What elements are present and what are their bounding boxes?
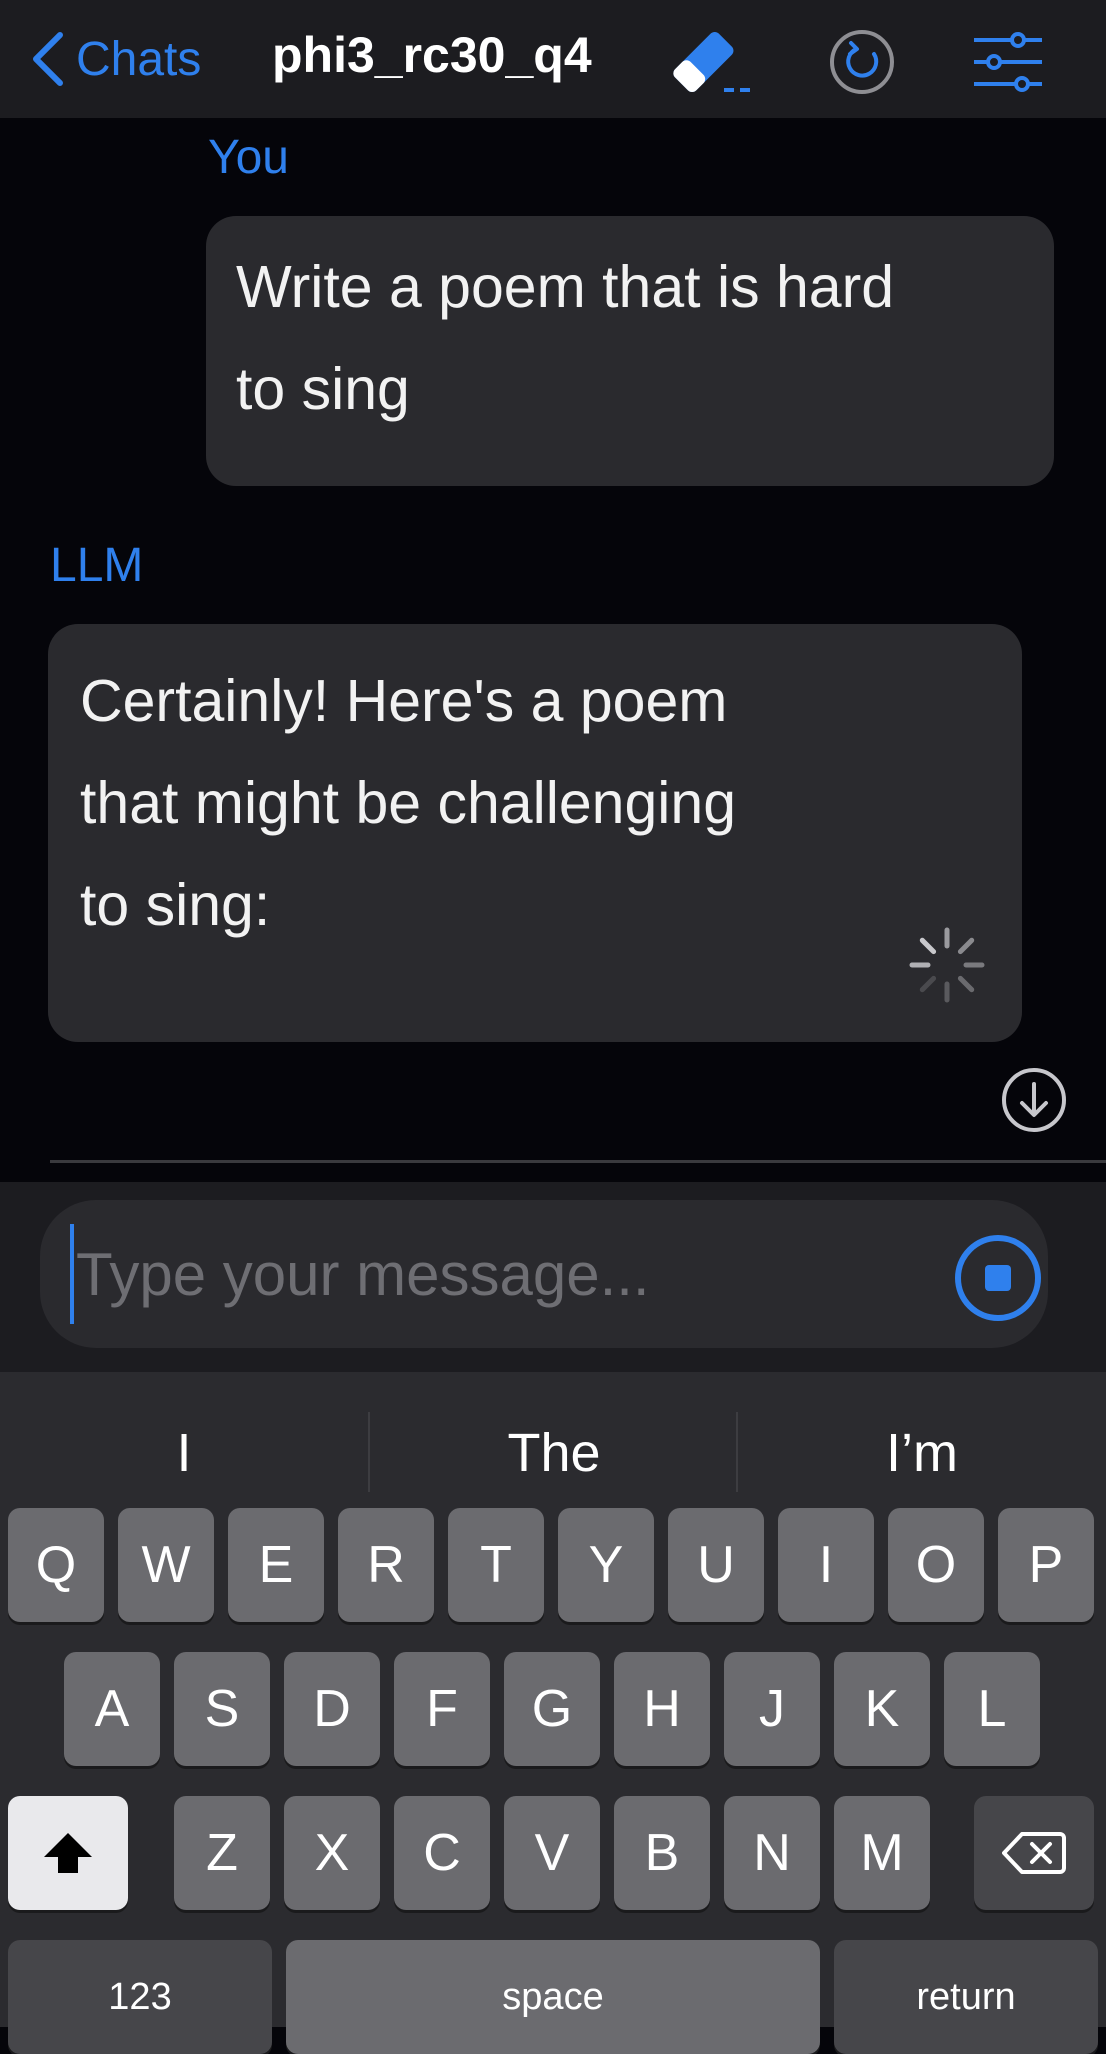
key-d[interactable]: D: [284, 1652, 380, 1766]
shift-key[interactable]: [8, 1796, 128, 1910]
key-c[interactable]: C: [394, 1796, 490, 1910]
key-q[interactable]: Q: [8, 1508, 104, 1622]
user-message-text: Write a poem that is hard to sing: [236, 254, 895, 422]
key-a[interactable]: A: [64, 1652, 160, 1766]
navigation-bar: Chats phi3_rc30_q4: [0, 0, 1106, 118]
loading-spinner-icon: [909, 927, 985, 1003]
stop-generation-button[interactable]: [952, 1232, 1044, 1324]
back-button-label: Chats: [76, 32, 202, 86]
message-input-container[interactable]: [40, 1200, 1048, 1348]
eraser-icon[interactable]: [662, 26, 756, 96]
key-w[interactable]: W: [118, 1508, 214, 1622]
return-key[interactable]: return: [834, 1940, 1098, 2054]
key-g[interactable]: G: [504, 1652, 600, 1766]
key-t[interactable]: T: [448, 1508, 544, 1622]
restart-icon[interactable]: [826, 26, 898, 98]
key-y[interactable]: Y: [558, 1508, 654, 1622]
suggestion-3[interactable]: I’m: [738, 1422, 1106, 1484]
key-o[interactable]: O: [888, 1508, 984, 1622]
key-l[interactable]: L: [944, 1652, 1040, 1766]
key-s[interactable]: S: [174, 1652, 270, 1766]
key-m[interactable]: M: [834, 1796, 930, 1910]
space-key[interactable]: space: [286, 1940, 820, 2054]
chevron-left-icon: [33, 32, 63, 86]
on-screen-keyboard: I The I’m Q W E R T Y U I O P A S D F G …: [0, 1372, 1106, 2054]
chat-title: phi3_rc30_q4: [272, 27, 592, 83]
key-r[interactable]: R: [338, 1508, 434, 1622]
key-h[interactable]: H: [614, 1652, 710, 1766]
assistant-message-bubble: Certainly! Here's a poem that might be c…: [48, 624, 1022, 1042]
key-j[interactable]: J: [724, 1652, 820, 1766]
key-e[interactable]: E: [228, 1508, 324, 1622]
key-v[interactable]: V: [504, 1796, 600, 1910]
assistant-message-text: Certainly! Here's a poem that might be c…: [80, 668, 737, 938]
key-f[interactable]: F: [394, 1652, 490, 1766]
key-x[interactable]: X: [284, 1796, 380, 1910]
user-message-bubble: Write a poem that is hard to sing: [206, 216, 1054, 486]
backspace-icon: [1002, 1832, 1066, 1874]
message-input[interactable]: [74, 1224, 934, 1324]
delete-key[interactable]: [974, 1796, 1094, 1910]
sender-label-you: You: [208, 131, 289, 184]
key-p[interactable]: P: [998, 1508, 1094, 1622]
key-b[interactable]: B: [614, 1796, 710, 1910]
key-i[interactable]: I: [778, 1508, 874, 1622]
key-z[interactable]: Z: [174, 1796, 270, 1910]
suggestion-2[interactable]: The: [370, 1422, 738, 1484]
numbers-key[interactable]: 123: [8, 1940, 272, 2054]
key-u[interactable]: U: [668, 1508, 764, 1622]
suggestion-1[interactable]: I: [0, 1422, 368, 1484]
scroll-to-bottom-icon[interactable]: [998, 1064, 1070, 1136]
key-n[interactable]: N: [724, 1796, 820, 1910]
back-button[interactable]: Chats: [30, 22, 201, 96]
key-k[interactable]: K: [834, 1652, 930, 1766]
shift-arrow-icon: [44, 1833, 92, 1873]
sender-label-llm: LLM: [50, 539, 144, 592]
chat-transcript[interactable]: You Write a poem that is hard to sing LL…: [0, 118, 1106, 1182]
settings-sliders-icon[interactable]: [968, 22, 1048, 102]
composer-divider: [50, 1160, 1106, 1163]
